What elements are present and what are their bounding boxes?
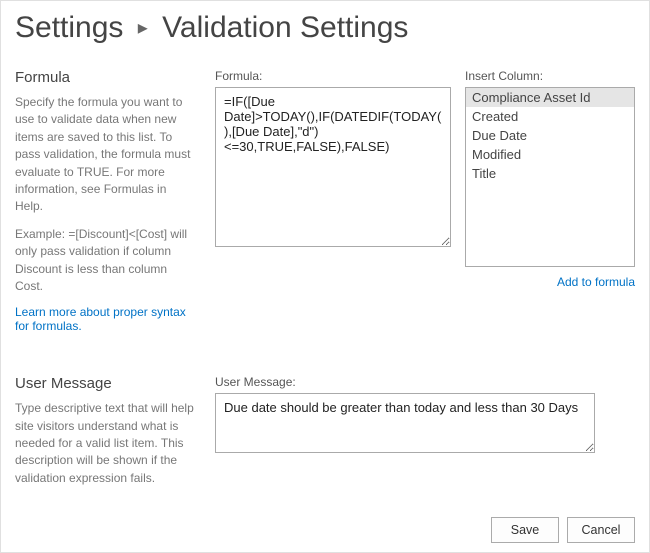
formula-input[interactable] (215, 87, 451, 247)
insert-column-label: Insert Column: (465, 69, 635, 83)
save-button[interactable]: Save (491, 517, 559, 543)
cancel-button[interactable]: Cancel (567, 517, 635, 543)
list-item[interactable]: Title (466, 164, 634, 183)
user-message-label: User Message: (215, 375, 635, 389)
chevron-right-icon: ▸ (138, 15, 148, 40)
list-item[interactable]: Modified (466, 145, 634, 164)
list-item[interactable]: Created (466, 107, 634, 126)
list-item[interactable]: Compliance Asset Id (466, 88, 634, 107)
list-item[interactable]: Due Date (466, 126, 634, 145)
add-to-formula-link[interactable]: Add to formula (557, 275, 635, 289)
insert-column-list[interactable]: Compliance Asset IdCreatedDue DateModifi… (465, 87, 635, 267)
formula-section-example: Example: =[Discount]<[Cost] will only pa… (15, 226, 195, 296)
user-message-input[interactable] (215, 393, 595, 453)
breadcrumb: Settings ▸ Validation Settings (1, 1, 649, 51)
formula-section-title: Formula (15, 69, 195, 86)
breadcrumb-current: Validation Settings (162, 11, 408, 44)
formula-section-desc: Specify the formula you want to use to v… (15, 94, 195, 216)
formula-label: Formula: (215, 69, 451, 83)
formula-syntax-link[interactable]: Learn more about proper syntax for formu… (15, 305, 195, 333)
breadcrumb-root[interactable]: Settings (15, 11, 123, 44)
user-message-title: User Message (15, 375, 195, 392)
user-message-desc: Type descriptive text that will help sit… (15, 400, 195, 487)
